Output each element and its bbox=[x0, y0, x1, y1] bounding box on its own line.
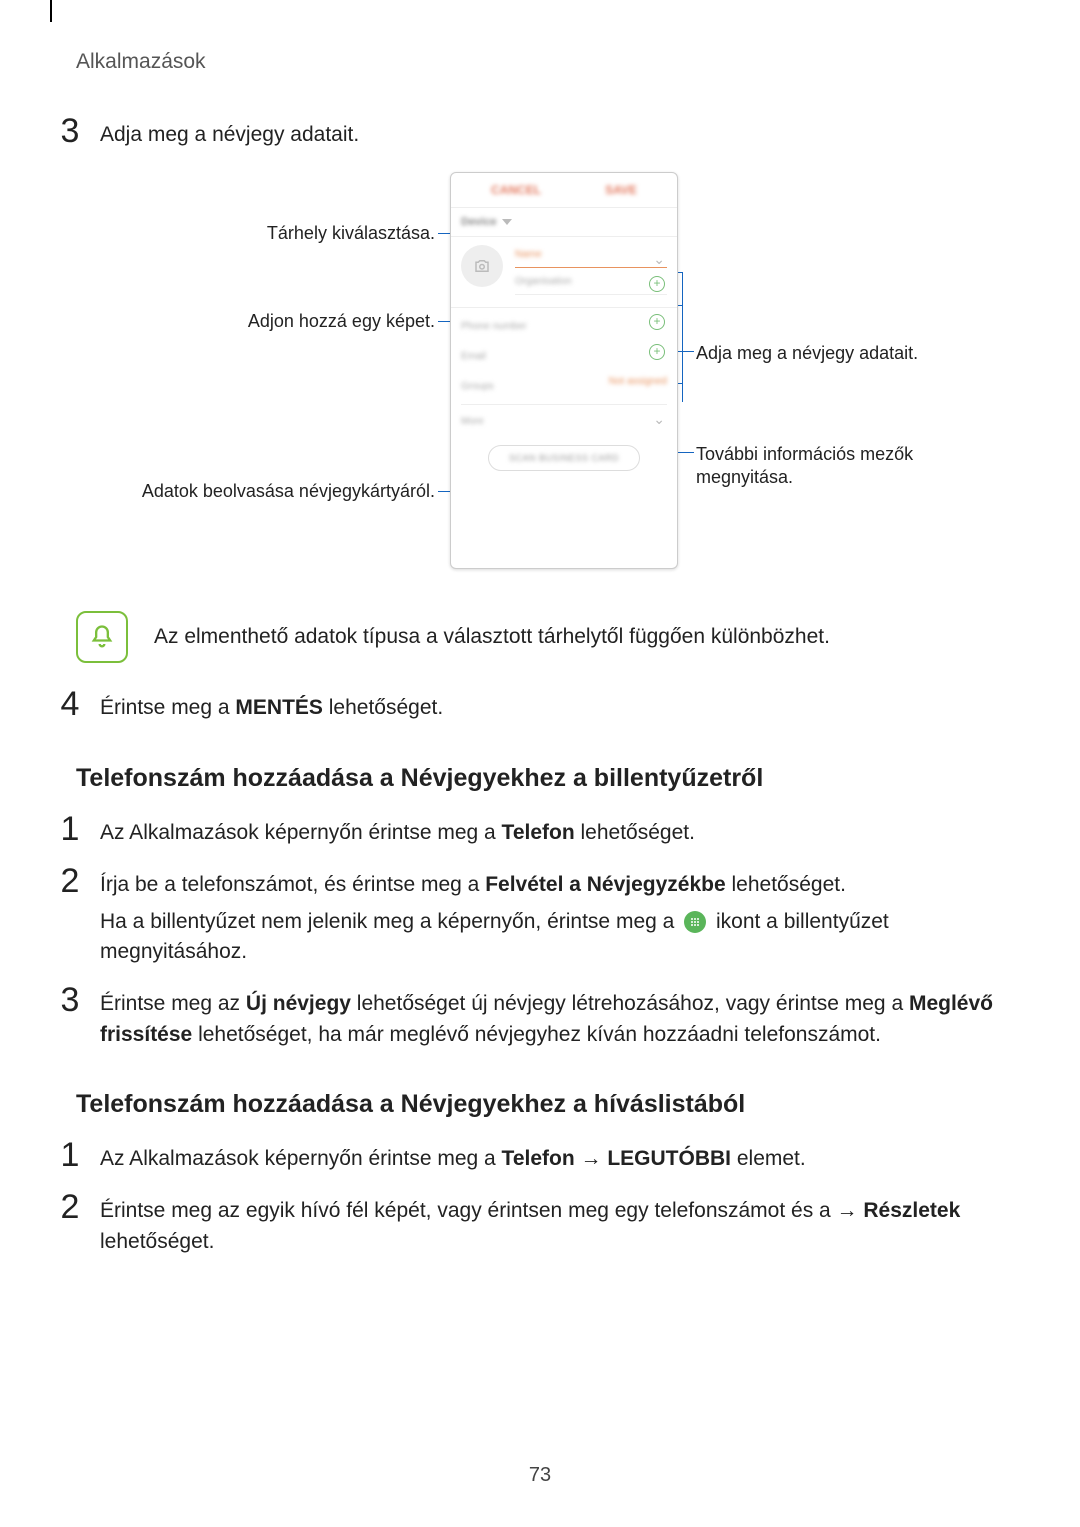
step-number: 3 bbox=[50, 983, 90, 1050]
step-4: 4 Érintse meg a MENTÉS lehetőséget. bbox=[50, 693, 1010, 723]
plus-icon[interactable]: + bbox=[649, 344, 665, 360]
dialpad-icon bbox=[684, 911, 706, 933]
callout-line bbox=[682, 272, 683, 402]
groups-field[interactable]: GroupsNot assigned bbox=[461, 370, 667, 400]
plus-icon[interactable]: + bbox=[649, 314, 665, 330]
header-tick bbox=[50, 0, 52, 22]
step-a3: 3 Érintse meg az Új névjegy lehetőséget … bbox=[50, 989, 1010, 1050]
page-number: 73 bbox=[0, 1464, 1080, 1487]
diagram: Tárhely kiválasztása. Adjon hozzá egy ké… bbox=[100, 172, 960, 587]
step-text: Érintse meg az Új névjegy lehetőséget új… bbox=[90, 989, 1010, 1050]
more-field[interactable]: More⌄ bbox=[461, 404, 667, 435]
bell-icon bbox=[88, 623, 116, 651]
section-heading: Telefonszám hozzáadása a Névjegyekhez a … bbox=[76, 1088, 1010, 1122]
phone-mock: CANCEL SAVE Device Name⌄ Organisation+ bbox=[450, 172, 678, 569]
scan-card-button[interactable]: SCAN BUSINESS CARD bbox=[488, 445, 640, 471]
callout-add-image: Adjon hozzá egy képet. bbox=[100, 310, 435, 333]
note-icon bbox=[76, 611, 128, 663]
step-text: Érintse meg a MENTÉS lehetőséget. bbox=[90, 693, 1010, 723]
name-field[interactable]: Name⌄ bbox=[515, 245, 667, 268]
plus-icon[interactable]: + bbox=[649, 276, 665, 292]
callout-scan: Adatok beolvasása névjegykártyáról. bbox=[100, 480, 435, 503]
org-field[interactable]: Organisation+ bbox=[515, 272, 667, 295]
step-3: 3 Adja meg a névjegy adatait. bbox=[50, 120, 1010, 150]
step-a2: 2 Írja be a telefonszámot, és érintse me… bbox=[50, 870, 1010, 967]
step-number: 2 bbox=[50, 1190, 90, 1257]
chevron-down-icon: ⌄ bbox=[653, 411, 665, 428]
note-text: Az elmenthető adatok típusa a választott… bbox=[154, 625, 830, 649]
step-b1: 1 Az Alkalmazások képernyőn érintse meg … bbox=[50, 1144, 1010, 1174]
phone-field[interactable]: Phone number+ bbox=[461, 310, 667, 340]
step-text: Adja meg a névjegy adatait. bbox=[90, 120, 1010, 150]
save-button[interactable]: SAVE bbox=[605, 183, 637, 197]
dropdown-icon bbox=[502, 219, 512, 225]
step-number: 1 bbox=[50, 812, 90, 848]
step-a1: 1 Az Alkalmazások képernyőn érintse meg … bbox=[50, 818, 1010, 848]
cancel-button[interactable]: CANCEL bbox=[491, 183, 541, 197]
step-text: Írja be a telefonszámot, és érintse meg … bbox=[90, 870, 1010, 967]
avatar-add[interactable] bbox=[461, 245, 503, 287]
step-text: Az Alkalmazások képernyőn érintse meg a … bbox=[90, 1144, 1010, 1174]
step-text: Az Alkalmazások képernyőn érintse meg a … bbox=[90, 818, 1010, 848]
callout-enter-data: Adja meg a névjegy adatait. bbox=[696, 342, 918, 365]
step-b2: 2 Érintse meg az egyik hívó fél képét, v… bbox=[50, 1196, 1010, 1257]
step-text: Érintse meg az egyik hívó fél képét, vag… bbox=[90, 1196, 1010, 1257]
camera-icon bbox=[473, 257, 491, 275]
storage-selector[interactable]: Device bbox=[461, 216, 667, 228]
step-number: 4 bbox=[50, 687, 90, 723]
step-number: 3 bbox=[50, 114, 90, 150]
note: Az elmenthető adatok típusa a választott… bbox=[76, 611, 1010, 663]
breadcrumb: Alkalmazások bbox=[76, 50, 1010, 74]
section-heading: Telefonszám hozzáadása a Névjegyekhez a … bbox=[76, 762, 1010, 796]
email-field[interactable]: Email+ bbox=[461, 340, 667, 370]
step-number: 1 bbox=[50, 1138, 90, 1174]
callout-more-fields: További információs mezők megnyitása. bbox=[696, 443, 936, 488]
chevron-down-icon: ⌄ bbox=[653, 251, 665, 268]
callout-storage: Tárhely kiválasztása. bbox=[100, 222, 435, 245]
step-number: 2 bbox=[50, 864, 90, 967]
